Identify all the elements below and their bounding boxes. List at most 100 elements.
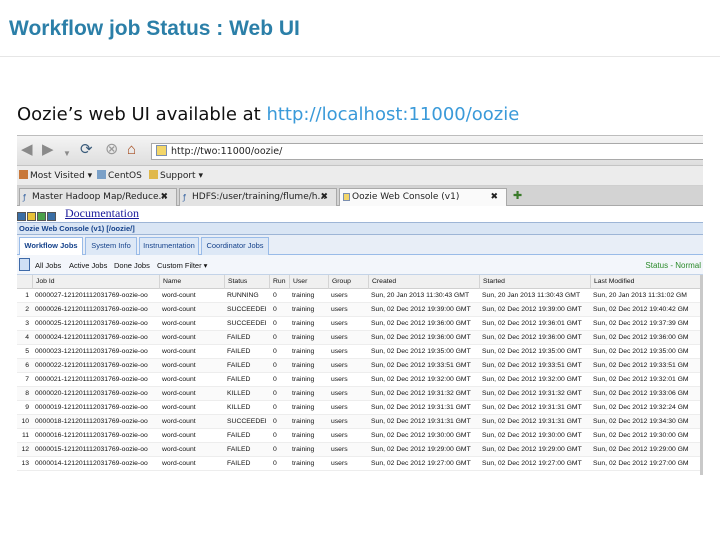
table-cell: 0 [273, 432, 277, 439]
row-number: 8 [25, 390, 29, 397]
forward-arrow-icon[interactable]: ▶ [42, 142, 54, 158]
table-cell: 0 [273, 418, 277, 425]
tab-workflow-jobs[interactable]: Workflow Jobs [19, 237, 83, 255]
browser-tab-hdfs[interactable]: ƒ HDFS:/user/training/flume/h... ✖ [179, 188, 337, 206]
filter-done-jobs[interactable]: Done Jobs [114, 261, 150, 270]
table-cell: Sun, 02 Dec 2012 19:27:00 GMT [482, 460, 582, 467]
oozie-url-link[interactable]: http://localhost:11000/oozie [266, 104, 519, 125]
table-cell: 0000024-121201112031769-oozie-oo [35, 334, 148, 341]
tab-instrumentation[interactable]: Instrumentation [139, 237, 199, 255]
table-cell: users [331, 376, 348, 383]
row-number: 4 [25, 334, 29, 341]
new-tab-icon[interactable]: ✚ [513, 189, 522, 202]
table-row[interactable]: 12 0000015-121201112031769-oozie-oo word-c… [17, 443, 703, 457]
table-cell: Sun, 02 Dec 2012 19:36:00 GMT [482, 334, 582, 341]
table-row[interactable]: 8 0000020-121201112031769-oozie-oo word-co… [17, 387, 703, 401]
table-cell: training [292, 432, 315, 439]
table-cell: 0 [273, 460, 277, 467]
column-header-user[interactable]: User [289, 275, 329, 289]
table-cell: word-count [162, 432, 196, 439]
column-header-run[interactable]: Run [269, 275, 290, 289]
table-cell: Sun, 02 Dec 2012 19:33:51 GMT [371, 362, 471, 369]
table-cell: users [331, 404, 348, 411]
table-row[interactable]: 2 0000026-121201112031769-oozie-oo word-co… [17, 303, 703, 317]
table-cell: 0 [273, 348, 277, 355]
column-header-job-id[interactable]: Job Id [32, 275, 160, 289]
close-tab-icon[interactable]: ✖ [490, 192, 498, 202]
table-row[interactable]: 5 0000023-121201112031769-oozie-oo word-co… [17, 345, 703, 359]
table-cell: 0 [273, 362, 277, 369]
row-number: 9 [25, 404, 29, 411]
home-icon[interactable]: ⌂ [127, 142, 136, 158]
custom-filter-dropdown[interactable]: Custom Filter ▾ [157, 261, 207, 270]
table-cell: Sun, 02 Dec 2012 19:27:00 GMT [371, 460, 471, 467]
column-header-last-modified[interactable]: Last Modified [590, 275, 700, 289]
close-tab-icon[interactable]: ✖ [320, 192, 328, 202]
close-tab-icon[interactable]: ✖ [160, 192, 168, 202]
table-cell: Sun, 02 Dec 2012 19:30:00 GM [593, 432, 689, 439]
centos-icon [97, 170, 106, 179]
table-cell: Sun, 02 Dec 2012 19:39:00 GMT [482, 306, 582, 313]
table-cell: 0 [273, 376, 277, 383]
history-dropdown-icon[interactable]: ▼ [63, 146, 71, 162]
table-cell: users [331, 390, 348, 397]
bookmark-most-visited[interactable]: Most Visited ▾ [19, 170, 92, 181]
table-row[interactable]: 4 0000024-121201112031769-oozie-oo word-co… [17, 331, 703, 345]
stop-icon[interactable]: ⊗ [105, 142, 118, 158]
table-row[interactable]: 7 0000021-121201112031769-oozie-oo word-co… [17, 373, 703, 387]
table-cell: training [292, 446, 315, 453]
table-row[interactable]: 3 0000025-121201112031769-oozie-oo word-co… [17, 317, 703, 331]
grid-scrollbar[interactable] [700, 275, 703, 475]
reload-icon[interactable]: ⟳ [80, 142, 93, 158]
table-cell: Sun, 02 Dec 2012 19:32:01 GM [593, 376, 689, 383]
tab-coordinator-jobs[interactable]: Coordinator Jobs [201, 237, 269, 255]
back-arrow-icon[interactable]: ◀ [21, 142, 33, 158]
subtitle-text: Oozie’s web UI available at [17, 104, 267, 125]
column-header-status[interactable]: Status [224, 275, 270, 289]
table-row[interactable]: 11 0000016-121201112031769-oozie-oo word-c… [17, 429, 703, 443]
table-cell: word-count [162, 460, 196, 467]
table-cell: Sun, 02 Dec 2012 19:33:51 GM [593, 362, 689, 369]
refresh-jobs-icon[interactable] [19, 258, 30, 271]
bookmark-support[interactable]: Support ▾ [149, 170, 203, 181]
table-cell: 0 [273, 306, 277, 313]
slide-title: Workflow job Status : Web UI [9, 17, 300, 40]
table-row[interactable]: 13 0000014-121201112031769-oozie-oo word-c… [17, 457, 703, 471]
address-bar-url: http://two:11000/oozie/ [171, 146, 283, 157]
tab-favicon-icon [343, 193, 350, 201]
table-cell: users [331, 292, 348, 299]
table-cell: training [292, 376, 315, 383]
table-row[interactable]: 6 0000022-121201112031769-oozie-oo word-co… [17, 359, 703, 373]
column-header-started[interactable]: Started [479, 275, 591, 289]
tab-system-info[interactable]: System Info [85, 237, 137, 255]
table-row[interactable]: 9 0000019-121201112031769-oozie-oo word-co… [17, 401, 703, 415]
filter-all-jobs[interactable]: All Jobs [35, 261, 61, 270]
browser-tab-oozie[interactable]: Oozie Web Console (v1) ✖ [339, 188, 507, 206]
table-cell: training [292, 362, 315, 369]
browser-screenshot: ◀ ▶ ▼ ⟳ ⊗ ⌂ http://two:11000/oozie/ Most… [17, 135, 703, 478]
table-cell: 0000026-121201112031769-oozie-oo [35, 306, 148, 313]
documentation-row: Documentation [17, 206, 703, 221]
column-header-group[interactable]: Group [328, 275, 369, 289]
table-row[interactable]: 1 0000027-121201112031769-oozie-oo word-co… [17, 289, 703, 303]
table-cell: 0 [273, 334, 277, 341]
table-cell: Sun, 20 Jan 2013 11:31:02 GM [593, 292, 687, 299]
table-cell: word-count [162, 306, 196, 313]
row-number: 13 [21, 460, 29, 467]
table-row[interactable]: 10 0000018-121201112031769-oozie-oo word-c… [17, 415, 703, 429]
bookmark-centos[interactable]: CentOS [97, 170, 142, 181]
documentation-link[interactable]: Documentation [65, 206, 139, 221]
filter-active-jobs[interactable]: Active Jobs [69, 261, 107, 270]
column-header-created[interactable]: Created [368, 275, 480, 289]
table-cell: FAILED [227, 460, 251, 467]
browser-tab-hadoop[interactable]: ƒ Master Hadoop Map/Reduce... ✖ [19, 188, 177, 206]
table-cell: training [292, 320, 315, 327]
address-bar[interactable]: http://two:11000/oozie/ [151, 143, 703, 160]
badge-icon [17, 212, 26, 221]
table-cell: training [292, 390, 315, 397]
column-header-name[interactable]: Name [159, 275, 225, 289]
table-cell: SUCCEEDEI [227, 418, 267, 425]
table-cell: 0000016-121201112031769-oozie-oo [35, 432, 148, 439]
browser-tab-strip: ƒ Master Hadoop Map/Reduce... ✖ ƒ HDFS:/… [17, 186, 703, 206]
table-cell: word-count [162, 334, 196, 341]
